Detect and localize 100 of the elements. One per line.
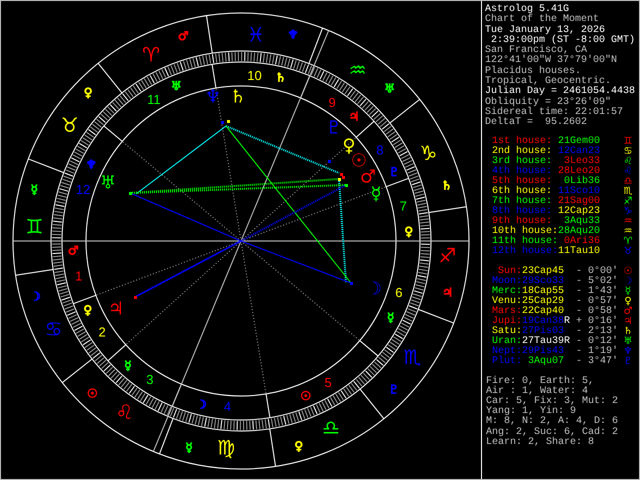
house-ruler-glyph: ♆ <box>86 158 97 172</box>
zodiac-sign-glyph: ♏ <box>403 345 422 370</box>
zodiac-sign-glyph: ♑ <box>419 141 438 165</box>
planet-aspect-orb: - 1°43' <box>576 286 618 297</box>
planet-aspect-orb: - 0°00' <box>576 266 618 277</box>
house-ruler-glyph: ♄ <box>275 70 286 85</box>
planet-name: Sun: <box>498 266 522 277</box>
sign-glyph: ♉ <box>622 246 634 257</box>
planet-name: Moon: <box>490 276 522 287</box>
planet-name: Merc: <box>490 286 522 297</box>
planet-marker <box>129 192 132 195</box>
sign-ruler-glyph: ♀ <box>294 439 304 453</box>
house-label: 1st house: <box>492 136 554 147</box>
house-label: 11th house: <box>492 236 558 247</box>
element-summary-line: Car: 5, Fix: 3, Mut: 2 <box>486 396 620 407</box>
house-number: 5 <box>324 374 332 390</box>
house-ruler-glyph: ♇ <box>388 165 400 179</box>
sign-glyph: ♌ <box>622 166 634 177</box>
house-cusp-position: 12Cap23 <box>558 206 600 217</box>
chart-info-line: Tue January 13, 2026 <box>485 26 606 36</box>
element-summary-line: Yang: 1, Yin: 9 <box>486 407 576 418</box>
element-summary-line: Fire: 0, Earth: 5, <box>486 376 596 387</box>
element-summary-line: Learn: 2, Share: 8 <box>486 438 596 448</box>
planet-glyph: ☽ <box>366 278 382 300</box>
house-label: 4th house: <box>492 166 554 177</box>
planet-aspect-orb: - 2°13' <box>576 326 618 337</box>
house-cusp-position: 21Gem00 <box>558 136 600 147</box>
planet-name: Jupi: <box>490 316 522 327</box>
sign-glyph: ♊ <box>622 136 634 147</box>
house-number: 6 <box>395 284 402 300</box>
house-label: 8th house: <box>492 206 554 217</box>
sign-ruler-glyph: ☉ <box>86 386 98 401</box>
planet-position: 25Cap29 <box>522 296 564 307</box>
planet-glyph: ♄ <box>622 326 634 337</box>
element-summary-line: Air : 1, Water: 4 <box>486 386 588 397</box>
planet-position: 19Can38 <box>522 316 564 327</box>
planet-position: 29Pis43 <box>522 346 564 357</box>
planet-glyph: ♀ <box>623 296 633 307</box>
chart-info-line: Obliquity = 23°26'09" <box>485 98 612 108</box>
zodiac-sign-glyph: ♍ <box>217 435 236 460</box>
house-number: 9 <box>328 94 336 110</box>
planet-position: 18Cap55 <box>522 286 564 297</box>
house-ruler-glyph: ♅ <box>170 78 182 93</box>
house-cusp-position: 28Aqu20 <box>558 226 600 237</box>
zodiac-sign-glyph: ♒ <box>348 58 366 82</box>
house-label: 5th house: <box>492 176 554 187</box>
chart-info-line: DeltaT = 95.2602 <box>485 118 588 129</box>
zodiac-sign-glyph: ♎ <box>322 415 340 440</box>
house-label: 2nd house: <box>492 146 554 157</box>
house-ruler-glyph: ♀ <box>83 303 92 317</box>
sign-glyph: ♐ <box>622 196 634 207</box>
house-label: 7th house: <box>492 196 554 207</box>
planet-name: Satu: <box>490 326 522 337</box>
planet-glyph: ☉ <box>622 266 634 277</box>
house-label: 10th house: <box>492 226 558 237</box>
sign-ruler-glyph: ☿ <box>185 440 193 455</box>
planet-aspect-orb: - 5°02' <box>576 276 618 287</box>
planet-name: Plut: <box>490 356 522 367</box>
planet-aspect-orb: - 0°58' <box>576 306 618 317</box>
chart-info-line: Sidereal time: 22:01:57 <box>485 108 624 118</box>
house-cusp-position: 21Sag00 <box>558 196 600 207</box>
house-ruler-glyph: ♀ <box>404 224 414 238</box>
house-number: 12 <box>76 182 90 198</box>
planet-glyph: ♅ <box>100 172 116 194</box>
chart-info-line: Chart of the Moment <box>485 15 600 26</box>
element-summary-line: M: 8, N: 2, A: 4, D: 6 <box>486 417 620 428</box>
house-cusp-position: 28Leo20 <box>558 166 600 177</box>
planet-glyph: ♆ <box>204 86 222 108</box>
house-ruler-glyph: ☉ <box>300 389 312 404</box>
planet-position: 23Cap45 <box>522 266 564 277</box>
house-cusp-position: 0Ari36 <box>564 236 600 247</box>
house-number: 8 <box>376 142 384 158</box>
sign-glyph: ♑ <box>622 206 634 217</box>
sign-glyph: ♌ <box>622 156 634 167</box>
house-ruler-glyph: ♃ <box>348 110 360 124</box>
planet-marker <box>221 121 224 124</box>
planet-aspect-orb: - 3°47' <box>576 356 618 367</box>
house-ruler-glyph: ♂ <box>68 244 79 258</box>
house-label: 6th house: <box>492 186 554 197</box>
planet-glyph: ♄ <box>230 86 246 108</box>
zodiac-sign-glyph: ♉ <box>60 112 79 137</box>
sign-glyph: ♒ <box>622 226 634 237</box>
house-number: 11 <box>147 92 161 108</box>
zodiac-sign-glyph: ♊ <box>26 214 44 238</box>
zodiac-sign-glyph: ♌ <box>116 400 134 424</box>
sign-ruler-glyph: ☽ <box>30 290 41 304</box>
planet-marker <box>328 160 331 163</box>
house-number: 1 <box>75 268 82 284</box>
planet-name: Nept: <box>490 346 522 357</box>
house-label: 3rd house: <box>492 156 554 167</box>
sign-ruler-glyph: ♃ <box>442 286 454 300</box>
planet-marker <box>350 282 353 285</box>
planet-aspect-orb: - 1°19' <box>576 346 618 357</box>
house-number: 2 <box>98 324 106 340</box>
planet-marker <box>134 296 137 299</box>
planet-glyph: ☽ <box>622 276 634 287</box>
house-number: 7 <box>400 198 407 214</box>
planet-glyph: ♇ <box>326 118 342 138</box>
planet-position: 29Sco33 <box>522 276 564 287</box>
house-cusp-position: 3Aqu33 <box>564 216 600 227</box>
